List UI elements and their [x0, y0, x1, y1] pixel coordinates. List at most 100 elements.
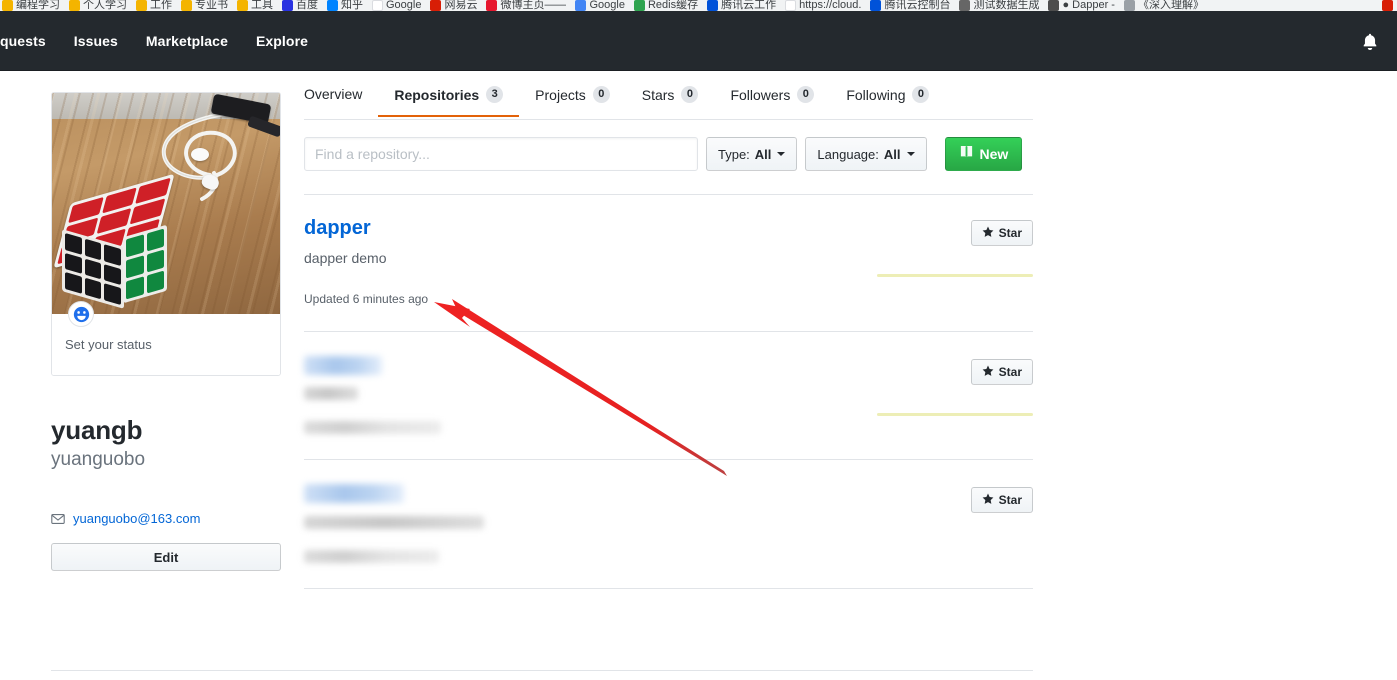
bookmark-favicon — [1048, 0, 1060, 11]
nav-explore[interactable]: Explore — [242, 11, 322, 71]
tab-label: Following — [846, 86, 906, 103]
nav-pull-requests[interactable]: quests — [0, 11, 60, 71]
bookmark-item[interactable]: https://cloud. — [785, 0, 861, 11]
earbud-left — [191, 148, 209, 161]
type-filter-value: All — [754, 146, 772, 162]
tabs-divider — [304, 119, 1033, 120]
bookmark-label: Google — [589, 0, 625, 11]
edit-profile-button[interactable]: Edit — [51, 543, 281, 572]
nav-issues[interactable]: Issues — [60, 11, 132, 71]
star-button-label: Star — [998, 493, 1022, 507]
type-filter-button[interactable]: Type: All — [706, 137, 798, 171]
bookmark-item[interactable]: Google — [372, 0, 421, 11]
tab-count: 3 — [486, 86, 504, 103]
bookmark-item[interactable]: 工具 — [237, 0, 273, 11]
browser-bookmarks-bar[interactable]: 编程学习 个人学习 工作 专业书 工具 百度 知乎 Google 网易云 微博主… — [0, 0, 1397, 11]
bookmark-item[interactable]: ● Dapper - — [1048, 0, 1115, 11]
tab-count: 0 — [592, 86, 610, 103]
bookmark-label: https://cloud. — [799, 0, 862, 11]
repo-info: dapper dapper demo Updated 6 minutes ago — [304, 217, 853, 306]
bookmark-label: Google — [386, 0, 422, 11]
tab-projects[interactable]: Projects 0 — [519, 71, 626, 117]
global-nav: quests Issues Marketplace Explore — [0, 11, 322, 71]
tab-count: 0 — [681, 86, 699, 103]
bookmark-item[interactable]: 专业书 — [181, 0, 228, 11]
bookmark-label: 知乎 — [341, 0, 363, 11]
bookmark-item[interactable]: 个人学习 — [69, 0, 127, 11]
tab-stars[interactable]: Stars 0 — [626, 71, 715, 117]
bookmark-item[interactable]: 测试数据生成 — [959, 0, 1039, 11]
bookmark-favicon — [785, 0, 797, 11]
avatar[interactable] — [52, 93, 280, 315]
bookmark-label: Redis缓存 — [647, 0, 699, 11]
bookmark-item[interactable]: 腾讯云工作 — [707, 0, 776, 11]
tab-followers[interactable]: Followers 0 — [714, 71, 830, 117]
tab-repositories[interactable]: Repositories 3 — [378, 71, 519, 117]
github-top-navbar: quests Issues Marketplace Explore — [0, 11, 1397, 71]
star-button-label: Star — [998, 365, 1022, 379]
chevron-down-icon — [906, 152, 915, 156]
profile-main-column: Overview Repositories 3 Projects 0 Stars… — [304, 71, 1033, 589]
repo-actions: Star — [853, 356, 1033, 416]
bell-icon[interactable] — [1361, 32, 1379, 50]
bookmark-favicon — [1123, 0, 1135, 11]
star-icon — [982, 493, 994, 508]
type-filter-prefix: Type: — [718, 146, 750, 162]
bookmark-item[interactable]: 腾讯云控制台 — [870, 0, 950, 11]
language-bar — [877, 274, 1033, 277]
new-repository-button[interactable]: New — [944, 137, 1023, 171]
repo-updated-time — [304, 550, 439, 563]
bookmark-item[interactable]: Redis缓存 — [633, 0, 699, 11]
tab-following[interactable]: Following 0 — [830, 71, 945, 117]
tab-overview[interactable]: Overview — [304, 71, 378, 116]
bookmark-favicon — [237, 0, 248, 11]
bookmark-favicon — [430, 0, 442, 11]
bookmark-label: 编程学习 — [16, 0, 60, 11]
new-repository-label: New — [979, 146, 1009, 162]
language-bar — [877, 413, 1033, 416]
repo-description — [304, 387, 358, 400]
bookmark-item[interactable]: 知乎 — [327, 0, 363, 11]
bookmark-favicon — [959, 0, 971, 11]
bookmark-item[interactable]: 编程学习 — [2, 0, 60, 11]
star-button[interactable]: Star — [970, 359, 1033, 385]
profile-email-link[interactable]: yuanguobo@163.com — [73, 511, 200, 526]
smiley-face-icon[interactable] — [68, 301, 94, 327]
profile-sidebar: Set your status yuangb yuanguobo yuanguo… — [51, 92, 281, 572]
search-input[interactable] — [304, 137, 698, 171]
bookmark-label: 微博主页—— — [500, 0, 567, 11]
envelope-icon — [51, 512, 65, 526]
repo-name-link[interactable]: dapper — [304, 217, 371, 240]
bookmark-favicon — [870, 0, 882, 11]
tab-label: Overview — [304, 86, 363, 102]
page-footer-divider — [51, 670, 1033, 671]
bookmark-favicon — [181, 0, 192, 11]
bookmark-label: 专业书 — [195, 0, 228, 11]
language-filter-button[interactable]: Language: All — [805, 137, 927, 171]
bookmark-favicon — [2, 0, 13, 11]
nav-marketplace[interactable]: Marketplace — [132, 11, 242, 71]
bookmark-label: 网易云 — [444, 0, 478, 11]
star-icon — [982, 226, 994, 241]
bookmark-item[interactable]: Google — [575, 0, 625, 11]
repo-description — [304, 516, 484, 529]
bookmark-item[interactable] — [1382, 0, 1393, 11]
bookmark-favicon — [633, 0, 645, 11]
chevron-down-icon — [777, 152, 786, 156]
repo-name-link[interactable] — [304, 356, 382, 375]
bookmark-item[interactable]: 微博主页—— — [486, 0, 566, 11]
repo-name-link[interactable] — [304, 484, 404, 503]
bookmark-item[interactable]: 百度 — [282, 0, 318, 11]
star-button[interactable]: Star — [970, 487, 1033, 513]
rubiks-cube — [53, 173, 178, 309]
bookmark-item[interactable]: 工作 — [136, 0, 172, 11]
bookmark-label: 工作 — [150, 0, 172, 11]
bookmark-item[interactable]: 《深入理解》 — [1123, 0, 1204, 11]
language-filter-prefix: Language: — [817, 146, 879, 162]
star-button[interactable]: Star — [970, 220, 1033, 246]
repository-list: dapper dapper demo Updated 6 minutes ago… — [304, 194, 1033, 589]
table-row: dapper dapper demo Updated 6 minutes ago… — [304, 194, 1033, 332]
bookmark-favicon — [707, 0, 719, 11]
table-row: Star — [304, 460, 1033, 589]
bookmark-item[interactable]: 网易云 — [430, 0, 477, 11]
